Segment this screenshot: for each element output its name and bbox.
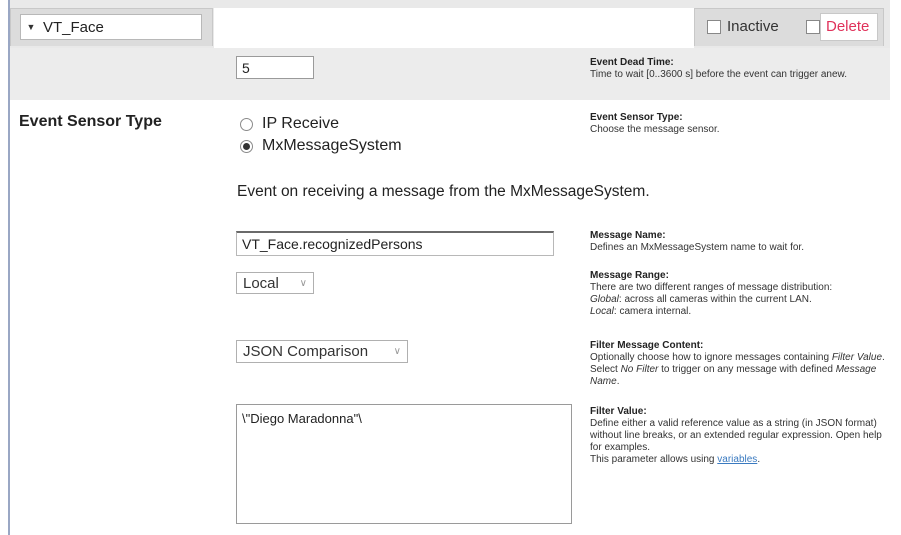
help-line1: There are two different ranges of messag… [590,282,833,293]
help-title: Event Dead Time: [590,57,674,68]
delete-checkbox[interactable] [806,19,820,34]
message-range-select[interactable]: Local ∨ [236,272,314,294]
help-b: Filter Value [831,352,883,363]
radio-label: MxMessageSystem [262,137,402,154]
help-vars-suffix: . [757,454,761,465]
help-d: No Filter [620,364,659,375]
inactive-checkbox[interactable] [707,19,721,34]
filter-value-textarea[interactable]: \"Diego Maradonna"\ [236,404,572,524]
help-global-term: Global [590,294,619,305]
filter-value-help: Filter Value: Define either a valid refe… [590,406,890,466]
chevron-down-icon: ∨ [299,277,307,289]
event-name-box: ▼ [20,14,202,40]
help-title: Event Sensor Type: [590,112,683,123]
help-text: Define either a valid reference value as… [590,418,882,453]
help-text: Defines an MxMessageSystem name to wait … [590,242,804,253]
radio-button[interactable] [240,117,253,131]
sensor-type-label: Event Sensor Type [19,113,162,130]
help-title: Message Range: [590,270,669,281]
dead-time-input[interactable]: 5 [236,56,314,79]
help-g: . [616,376,620,387]
delete-option[interactable]: Delete [806,18,869,35]
select-value: JSON Comparison [243,343,369,360]
dead-time-help: Event Dead Time: Time to wait [0..3600 s… [590,57,890,81]
filter-content-help: Filter Message Content: Optionally choos… [590,340,890,388]
radio-button[interactable] [240,139,253,153]
radio-label: IP Receive [262,115,340,132]
help-title: Message Name: [590,230,666,241]
variables-link[interactable]: variables [717,454,757,465]
collapse-caret-icon[interactable]: ▼ [21,15,41,39]
help-text: Time to wait [0..3600 s] before the even… [590,69,847,80]
help-a: Optionally choose how to ignore messages… [590,352,832,363]
chevron-down-icon: ∨ [393,346,401,357]
help-title: Filter Message Content: [590,340,704,351]
message-name-help: Message Name: Defines an MxMessageSystem… [590,230,890,254]
help-e: to trigger on any message with defined [658,364,836,375]
sensor-description: Event on receiving a message from the Mx… [237,183,650,200]
radio-mxmessagesystem[interactable]: MxMessageSystem [240,137,402,155]
select-value: Local [243,274,279,292]
filter-content-select[interactable]: JSON Comparison ∨ [236,340,408,363]
inactive-option[interactable]: Inactive [707,18,779,35]
message-range-help: Message Range: There are two different r… [590,270,890,318]
help-global-text: : across all cameras within the current … [618,294,812,305]
radio-ip-receive[interactable]: IP Receive [240,115,339,133]
help-text: Choose the message sensor. [590,124,720,135]
help-vars-prefix: This parameter allows using [590,454,718,465]
inactive-label: Inactive [727,18,779,35]
message-name-input[interactable]: VT_Face.recognizedPersons [236,231,554,256]
sensor-type-help: Event Sensor Type: Choose the message se… [590,112,890,136]
help-local-term: Local [590,306,614,317]
event-name-input[interactable] [41,16,200,38]
help-local-text: : camera internal. [613,306,692,317]
header-spacer [214,8,694,48]
delete-label: Delete [826,18,870,35]
help-title: Filter Value: [590,406,647,417]
